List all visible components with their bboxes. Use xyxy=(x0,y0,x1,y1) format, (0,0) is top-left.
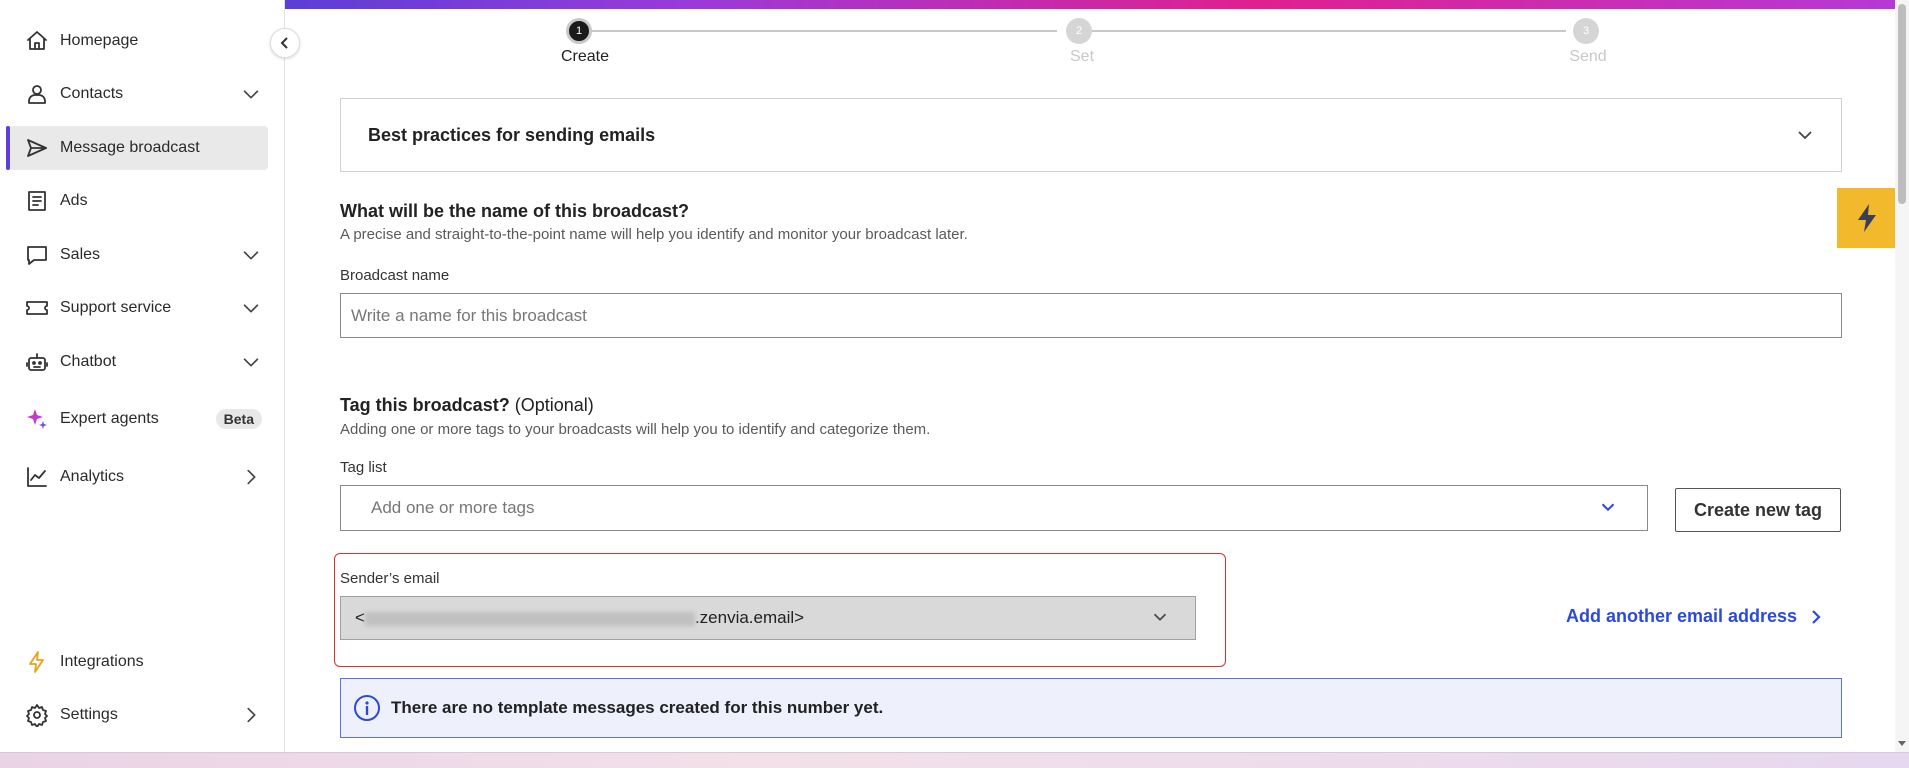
sidebar-item-contacts[interactable]: Contacts xyxy=(8,72,268,116)
chat-icon xyxy=(24,242,50,268)
tag-list-select[interactable]: Add one or more tags xyxy=(340,485,1648,531)
home-icon xyxy=(24,28,50,54)
sidebar-item-support-service[interactable]: Support service xyxy=(8,286,268,330)
chevron-left-icon xyxy=(280,37,288,49)
ticket-icon xyxy=(24,295,50,321)
scroll-down-arrow-icon[interactable] xyxy=(1897,738,1907,748)
info-banner: There are no template messages created f… xyxy=(340,678,1842,738)
tags-title-text: Tag this broadcast? xyxy=(340,395,510,415)
chevron-down-icon[interactable] xyxy=(240,244,262,266)
accordion-title: Best practices for sending emails xyxy=(368,124,656,145)
sender-email-select[interactable]: < .zenvia.email> xyxy=(340,596,1196,640)
sidebar-item-label: Analytics xyxy=(60,468,125,485)
stepper: 1 Create 2 Set 3 Send xyxy=(560,18,1610,68)
step-1-dot: 1 xyxy=(566,18,592,44)
scrollbar-thumb[interactable] xyxy=(1898,4,1906,204)
sidebar-item-ads[interactable]: Ads xyxy=(8,179,268,223)
broadcast-name-description: A precise and straight-to-the-point name… xyxy=(340,226,968,243)
sidebar-item-chatbot[interactable]: Chatbot xyxy=(8,340,268,384)
chevron-down-icon[interactable] xyxy=(240,297,262,319)
chart-line-icon xyxy=(24,464,50,490)
step-2-dot: 2 xyxy=(1066,18,1092,44)
tags-description: Adding one or more tags to your broadcas… xyxy=(340,421,931,438)
chevron-down-icon[interactable] xyxy=(1597,496,1621,520)
tags-title: Tag this broadcast? (Optional) xyxy=(340,395,594,416)
sidebar-item-label: Contacts xyxy=(60,85,124,102)
sidebar-item-label: Chatbot xyxy=(60,353,117,370)
chevron-right-icon[interactable] xyxy=(240,466,262,488)
send-icon xyxy=(24,135,50,161)
chevron-down-icon[interactable] xyxy=(1793,123,1817,147)
sparkle-icon xyxy=(24,406,50,432)
sidebar-item-message-broadcast[interactable]: Message broadcast xyxy=(6,126,268,170)
sidebar: Homepage Contacts Message broadcast Ads … xyxy=(0,0,285,752)
scrollbar[interactable] xyxy=(1895,0,1909,752)
best-practices-accordion[interactable]: Best practices for sending emails xyxy=(340,98,1842,172)
tag-list-label: Tag list xyxy=(340,459,387,476)
add-email-address-link[interactable]: Add another email address xyxy=(1566,606,1825,627)
step-3-dot: 3 xyxy=(1573,18,1599,44)
broadcast-name-input[interactable]: Write a name for this broadcast xyxy=(340,293,1842,338)
sidebar-item-analytics[interactable]: Analytics xyxy=(8,455,268,499)
chevron-down-icon[interactable] xyxy=(1149,606,1173,630)
newspaper-icon xyxy=(24,188,50,214)
step-connector xyxy=(1083,30,1566,32)
broadcast-name-label: Broadcast name xyxy=(340,267,450,284)
step-connector xyxy=(586,30,1057,32)
sender-email-suffix: .zenvia.email> xyxy=(694,608,805,627)
broadcast-name-placeholder: Write a name for this broadcast xyxy=(351,305,587,325)
collapse-sidebar-button[interactable] xyxy=(270,28,300,58)
sidebar-item-label: Settings xyxy=(60,706,118,723)
sidebar-item-label: Ads xyxy=(60,192,88,209)
sidebar-item-integrations[interactable]: Integrations xyxy=(8,640,268,684)
sidebar-item-settings[interactable]: Settings xyxy=(8,693,268,737)
step-2-label: Set xyxy=(1069,48,1095,65)
lightning-icon xyxy=(1858,204,1876,232)
sidebar-item-label: Homepage xyxy=(60,32,139,49)
sender-email-value: < .zenvia.email> xyxy=(355,608,1149,628)
taskbar xyxy=(0,752,1909,768)
chevron-right-icon[interactable] xyxy=(240,704,262,726)
sidebar-item-sales[interactable]: Sales xyxy=(8,233,268,277)
sender-email-label: Sender’s email xyxy=(340,570,440,587)
chevron-down-icon[interactable] xyxy=(240,351,262,373)
robot-icon xyxy=(24,349,50,375)
user-icon xyxy=(24,81,50,107)
sidebar-item-label: Support service xyxy=(60,299,172,316)
info-icon xyxy=(353,694,381,722)
sidebar-item-homepage[interactable]: Homepage xyxy=(8,19,268,63)
beta-badge: Beta xyxy=(215,409,262,429)
step-1-label: Create xyxy=(560,48,610,65)
sidebar-item-label: Expert agents xyxy=(60,410,159,427)
tags-optional: (Optional) xyxy=(514,395,594,415)
top-gradient-bar xyxy=(285,0,1909,9)
create-new-tag-button[interactable]: Create new tag xyxy=(1675,488,1841,532)
tag-list-placeholder: Add one or more tags xyxy=(371,498,535,517)
broadcast-name-title: What will be the name of this broadcast? xyxy=(340,201,690,221)
chevron-right-icon xyxy=(1812,609,1821,624)
sidebar-item-label: Sales xyxy=(60,246,101,263)
info-banner-text: There are no template messages created f… xyxy=(391,698,884,717)
chevron-down-icon[interactable] xyxy=(240,83,262,105)
lightning-icon xyxy=(24,649,50,675)
sender-email-prefix: < xyxy=(355,608,365,627)
step-3-label: Send xyxy=(1569,48,1607,65)
gear-icon xyxy=(24,702,50,728)
add-email-address-label: Add another email address xyxy=(1566,606,1798,626)
redacted-email xyxy=(364,611,695,626)
sidebar-item-label: Integrations xyxy=(60,653,144,670)
sidebar-item-expert-agents[interactable]: Expert agents Beta xyxy=(8,397,268,441)
sidebar-item-label: Message broadcast xyxy=(60,139,200,156)
quick-action-button[interactable] xyxy=(1837,188,1897,248)
